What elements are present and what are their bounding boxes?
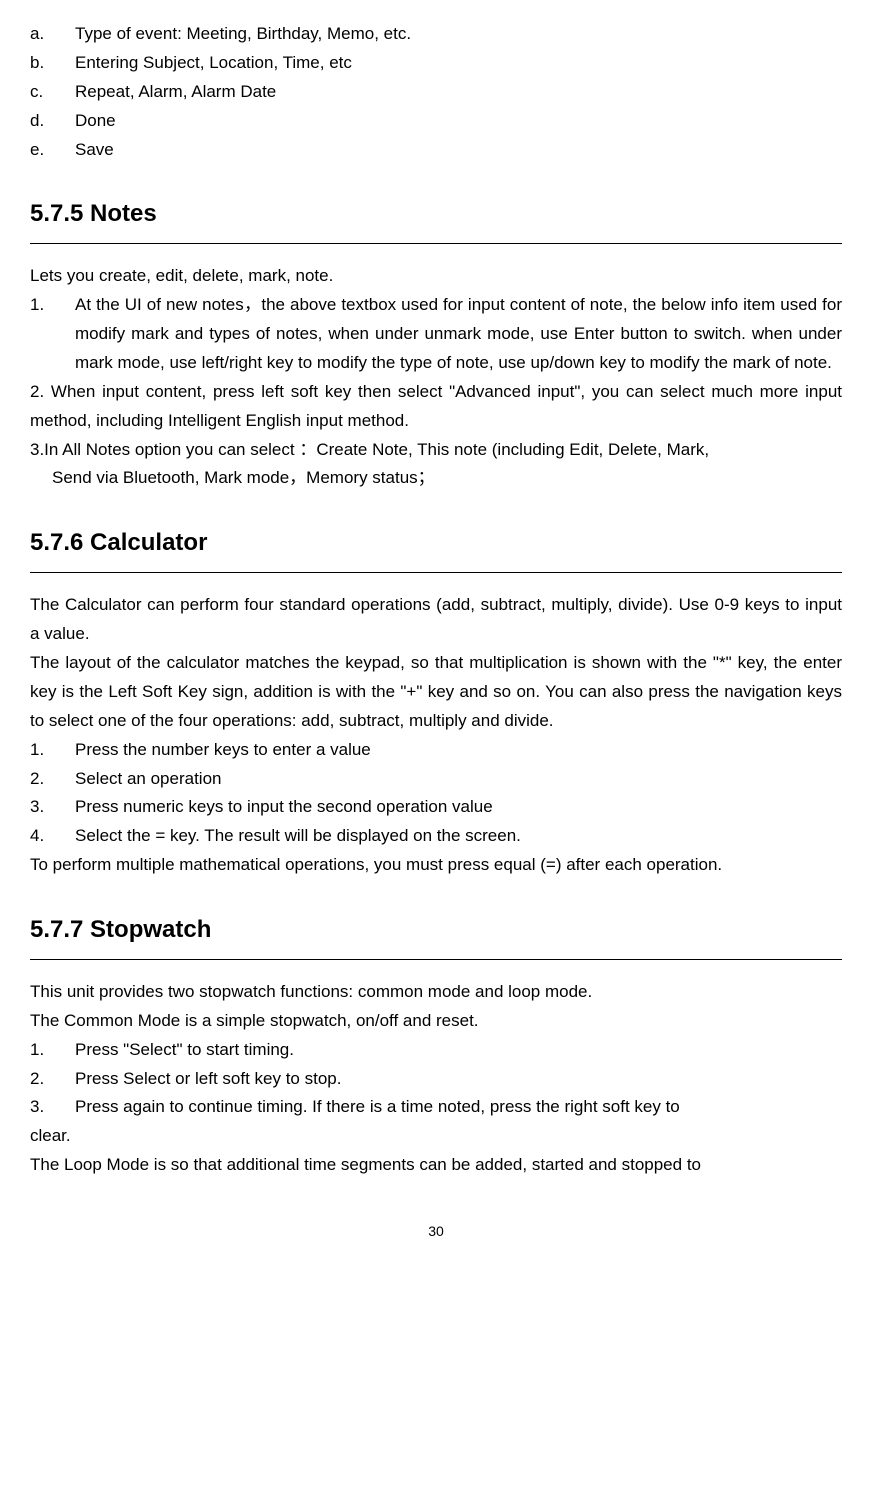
heading-calculator: 5.7.6 Calculator: [30, 523, 842, 573]
marker: 1.: [30, 736, 75, 765]
list-item-d: d. Done: [30, 107, 842, 136]
calc-p1: The Calculator can perform four standard…: [30, 591, 842, 649]
marker: a.: [30, 20, 75, 49]
lettered-list: a. Type of event: Meeting, Birthday, Mem…: [30, 20, 842, 164]
stopwatch-body: This unit provides two stopwatch functio…: [30, 978, 842, 1180]
marker: c.: [30, 78, 75, 107]
marker: 3.: [30, 793, 75, 822]
notes-item-2: 2. When input content, press left soft k…: [30, 378, 842, 436]
calc-item-4: 4. Select the = key. The result will be …: [30, 822, 842, 851]
stopwatch-item-3-cont: clear.: [30, 1122, 842, 1151]
list-text: Type of event: Meeting, Birthday, Memo, …: [75, 20, 411, 49]
marker: 3.: [30, 1093, 75, 1122]
list-text: Entering Subject, Location, Time, etc: [75, 49, 352, 78]
marker: 2.: [30, 1065, 75, 1094]
notes-item-3a: 3.In All Notes option you can select ：Cr…: [30, 436, 842, 465]
marker: 4.: [30, 822, 75, 851]
list-text: Repeat, Alarm, Alarm Date: [75, 78, 276, 107]
list-text: At the UI of new notes，the above textbox…: [75, 291, 842, 378]
marker: d.: [30, 107, 75, 136]
page-number: 30: [30, 1220, 842, 1244]
marker: 1.: [30, 1036, 75, 1065]
list-text: Save: [75, 136, 114, 165]
list-text: Press numeric keys to input the second o…: [75, 793, 842, 822]
notes-item-3b: Send via Bluetooth, Mark mode，Memory sta…: [30, 464, 842, 493]
list-text: Select an operation: [75, 765, 842, 794]
calc-p3: To perform multiple mathematical operati…: [30, 851, 842, 880]
list-item-a: a. Type of event: Meeting, Birthday, Mem…: [30, 20, 842, 49]
calc-item-2: 2. Select an operation: [30, 765, 842, 794]
calc-item-3: 3. Press numeric keys to input the secon…: [30, 793, 842, 822]
list-text: Press Select or left soft key to stop.: [75, 1065, 842, 1094]
list-item-c: c. Repeat, Alarm, Alarm Date: [30, 78, 842, 107]
list-text: Press the number keys to enter a value: [75, 736, 842, 765]
notes-body: Lets you create, edit, delete, mark, not…: [30, 262, 842, 493]
list-item-e: e. Save: [30, 136, 842, 165]
stopwatch-p2: The Common Mode is a simple stopwatch, o…: [30, 1007, 842, 1036]
list-text: Press "Select" to start timing.: [75, 1036, 842, 1065]
calculator-body: The Calculator can perform four standard…: [30, 591, 842, 880]
notes-item-1: 1. At the UI of new notes，the above text…: [30, 291, 842, 378]
stopwatch-p3: The Loop Mode is so that additional time…: [30, 1151, 842, 1180]
list-item-b: b. Entering Subject, Location, Time, etc: [30, 49, 842, 78]
stopwatch-item-3: 3. Press again to continue timing. If th…: [30, 1093, 842, 1122]
marker: 2.: [30, 765, 75, 794]
heading-notes: 5.7.5 Notes: [30, 194, 842, 244]
list-text: Press again to continue timing. If there…: [75, 1093, 842, 1122]
notes-intro: Lets you create, edit, delete, mark, not…: [30, 262, 842, 291]
marker: e.: [30, 136, 75, 165]
stopwatch-item-2: 2. Press Select or left soft key to stop…: [30, 1065, 842, 1094]
marker: 1.: [30, 291, 75, 378]
list-text: Done: [75, 107, 116, 136]
stopwatch-p1: This unit provides two stopwatch functio…: [30, 978, 842, 1007]
calc-item-1: 1. Press the number keys to enter a valu…: [30, 736, 842, 765]
marker: b.: [30, 49, 75, 78]
stopwatch-item-1: 1. Press "Select" to start timing.: [30, 1036, 842, 1065]
calc-p2: The layout of the calculator matches the…: [30, 649, 842, 736]
list-text: Select the = key. The result will be dis…: [75, 822, 842, 851]
heading-stopwatch: 5.7.7 Stopwatch: [30, 910, 842, 960]
